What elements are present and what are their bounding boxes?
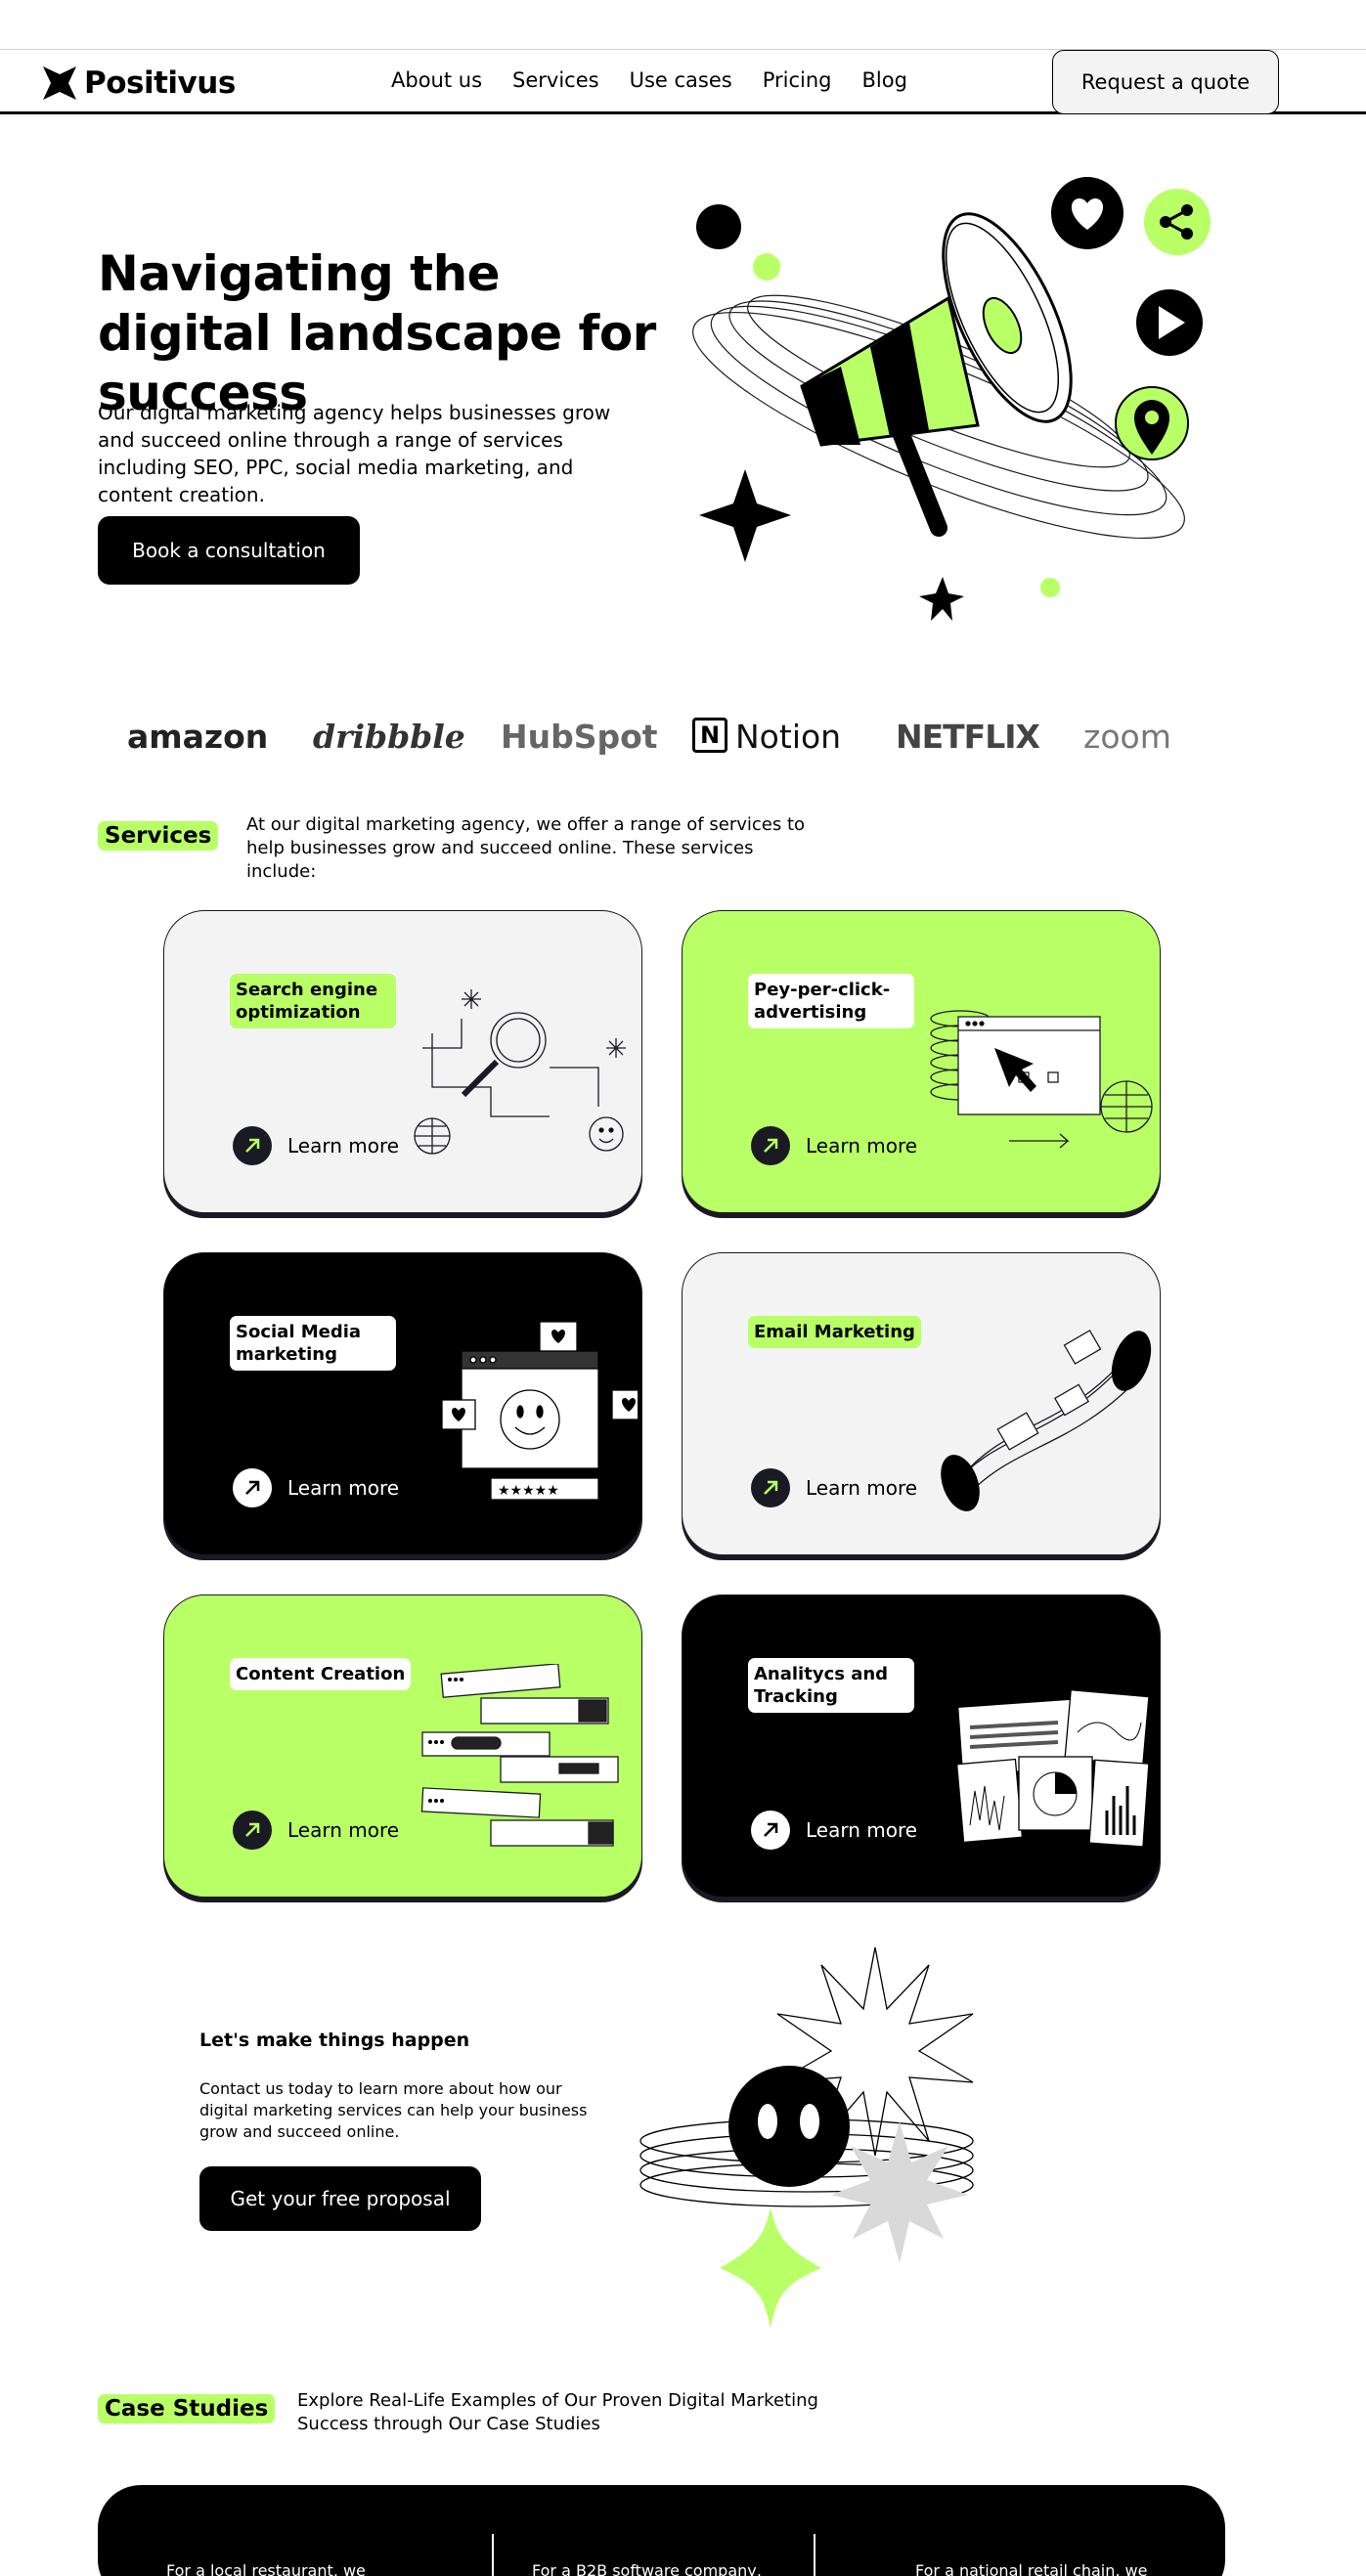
brand-logo[interactable]: Positivus <box>43 65 236 101</box>
case-divider <box>492 2534 494 2576</box>
services-tag: Services <box>98 821 219 851</box>
navbar: Positivus About us Services Use cases Pr… <box>0 50 1366 114</box>
email-illustration <box>941 1330 1152 1511</box>
arrow-icon <box>233 1811 272 1850</box>
megaphone-illustration <box>692 177 1211 621</box>
arrow-icon <box>233 1468 272 1507</box>
service-card-ppc: Pey-per-click-advertising Learn more <box>682 910 1161 1213</box>
logo-hubspot: HubSpot <box>501 717 658 756</box>
services-heading: Services <box>98 821 219 851</box>
arrow-icon <box>751 1468 790 1507</box>
logo-zoom: zoom <box>1083 717 1171 756</box>
service-title: Search engine optimization <box>230 974 396 1028</box>
learn-more-link[interactable]: Learn more <box>751 1811 917 1850</box>
case-divider <box>814 2534 815 2576</box>
case-study-3: For a national retail chain, we <box>915 2561 1148 2576</box>
service-card-analytics: Analitycs and Tracking Learn more <box>682 1594 1161 1898</box>
learn-more-link[interactable]: Learn more <box>233 1126 399 1165</box>
share-icon <box>1144 189 1211 255</box>
get-proposal-button[interactable]: Get your free proposal <box>199 2166 481 2231</box>
arrow-icon <box>751 1126 790 1165</box>
ppc-illustration <box>930 1010 1153 1149</box>
logo-notion: Notion <box>735 717 842 756</box>
case-studies-heading: Case Studies <box>98 2394 276 2423</box>
case-study-2: For a B2B software company, <box>532 2561 762 2576</box>
nav-blog[interactable]: Blog <box>862 68 907 92</box>
cta-illustration <box>639 1946 974 2329</box>
learn-more-link[interactable]: Learn more <box>751 1468 917 1507</box>
logo-netflix: NETFLIX <box>896 717 1040 756</box>
service-card-social-media: Social Media marketing Learn more ★★★★★ <box>163 1252 642 1555</box>
seo-illustration <box>414 989 626 1155</box>
learn-more-link[interactable]: Learn more <box>233 1811 399 1850</box>
request-quote-button[interactable]: Request a quote <box>1052 50 1279 114</box>
service-title: Content Creation <box>230 1658 412 1690</box>
cta-description: Contact us today to learn more about how… <box>199 2079 588 2141</box>
content-creation-illustration <box>420 1664 619 1847</box>
services-description: At our digital marketing agency, we offe… <box>246 814 806 882</box>
service-title: Analitycs and Tracking <box>748 1658 914 1713</box>
nav-use-cases[interactable]: Use cases <box>630 68 732 92</box>
sparkle-icon <box>720 2207 821 2329</box>
service-card-email: Email Marketing Learn more <box>682 1252 1161 1555</box>
browser-top-strip <box>0 0 1366 50</box>
case-study-1: For a local restaurant, we <box>166 2561 366 2576</box>
social-media-illustration: ★★★★★ <box>441 1322 638 1501</box>
hero-description: Our digital marketing agency helps busin… <box>98 401 611 506</box>
learn-more-link[interactable]: Learn more <box>233 1468 399 1507</box>
play-icon <box>1136 289 1203 356</box>
service-card-content-creation: Content Creation Learn more <box>163 1594 642 1898</box>
logo-star-icon <box>43 66 76 100</box>
hero-title: Navigating the digital landscape for suc… <box>98 245 656 421</box>
service-card-seo: Search engine optimization Learn more <box>163 910 642 1213</box>
nav-about-us[interactable]: About us <box>391 68 482 92</box>
service-title: Social Media marketing <box>230 1316 396 1371</box>
brand-name: Positivus <box>84 65 236 101</box>
nav-services[interactable]: Services <box>512 68 599 92</box>
case-studies-description: Explore Real-Life Examples of Our Proven… <box>297 2390 818 2434</box>
notion-icon: N <box>692 718 727 753</box>
learn-more-link[interactable]: Learn more <box>751 1126 917 1165</box>
cta-title: Let's make things happen <box>199 2030 470 2051</box>
dot-icon <box>696 204 741 249</box>
service-title: Pey-per-click-advertising <box>748 974 914 1028</box>
case-studies-tag: Case Studies <box>98 2394 276 2423</box>
arrow-icon <box>233 1126 272 1165</box>
logo-amazon: amazon <box>127 717 269 756</box>
svg-text:★★★★★: ★★★★★ <box>498 1483 559 1499</box>
location-pin-icon <box>1115 386 1189 460</box>
main-nav: About us Services Use cases Pricing Blog <box>391 68 907 92</box>
arrow-icon <box>751 1811 790 1850</box>
service-title: Email Marketing <box>748 1316 921 1348</box>
logo-dribbble: dribbble <box>313 717 465 756</box>
nav-pricing[interactable]: Pricing <box>763 68 832 92</box>
analytics-illustration <box>955 1688 1150 1848</box>
book-consultation-button[interactable]: Book a consultation <box>98 516 360 585</box>
smiley-face-icon <box>728 2066 850 2187</box>
sparkle-icon <box>699 469 791 562</box>
heart-icon <box>1051 177 1124 249</box>
